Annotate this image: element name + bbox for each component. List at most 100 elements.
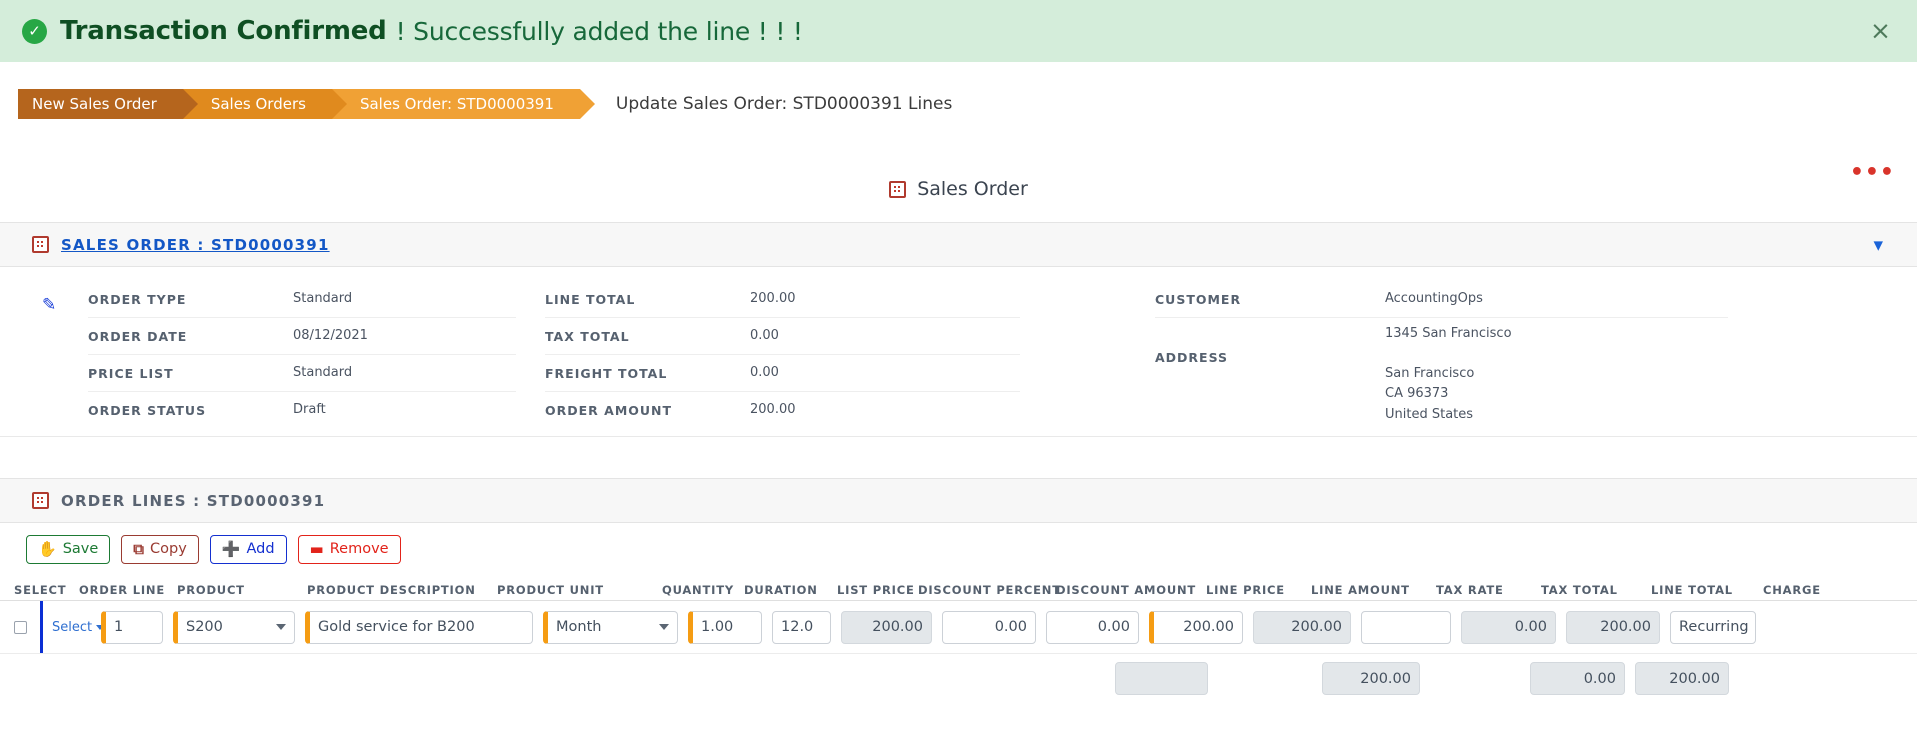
row-checkbox[interactable] (14, 620, 27, 634)
select-dropdown[interactable]: Select (52, 620, 105, 635)
chevron-down-icon[interactable]: ▾ (1873, 236, 1883, 255)
column-header-charge: CHARGE (1763, 583, 1821, 597)
sales-order-card: SALES ORDER : STD0000391 ▾ ✎ ORDER TYPE … (0, 222, 1917, 437)
field-label: CUSTOMER (1155, 291, 1242, 307)
column-header-product-unit: PRODUCT UNIT (497, 583, 604, 597)
breadcrumb-item-sales-order-detail[interactable]: Sales Order: STD0000391 (331, 89, 595, 119)
order-lines-toolbar: ✋ Save ⧉ Copy ➕ Add ▬ Remove (0, 523, 1917, 575)
save-button-label: Save (62, 541, 99, 557)
totals-tax-total-cell: 0.00 (1530, 662, 1635, 695)
order-lines-card-title: ORDER LINES : STD0000391 (61, 491, 326, 510)
breadcrumb: New Sales Order Sales Orders Sales Order… (18, 89, 952, 119)
field-order-date: ORDER DATE 08/12/2021 (88, 318, 516, 355)
breadcrumb-item-new-sales-order[interactable]: New Sales Order (18, 89, 198, 119)
duration-cell: 12.0 (772, 610, 841, 644)
column-header-quantity: QUANTITY (662, 583, 734, 597)
column-header-tax-rate: TAX RATE (1436, 583, 1504, 597)
product-select[interactable]: S200 (173, 610, 295, 644)
breadcrumb-item-sales-orders[interactable]: Sales Orders (182, 89, 348, 119)
field-value: 08/12/2021 (293, 327, 368, 343)
copy-button[interactable]: ⧉ Copy (121, 534, 199, 564)
field-label: FREIGHT TOTAL (545, 365, 668, 381)
chevron-down-icon (659, 624, 669, 630)
discount-amount-cell: 0.00 (1046, 610, 1149, 644)
field-value: 0.00 (750, 327, 779, 343)
duration-input[interactable]: 12.0 (772, 610, 831, 644)
column-header-line-price: LINE PRICE (1206, 583, 1285, 597)
table-row: Select 1 S200 Gold service for B200 Mont… (0, 601, 1917, 653)
line-price-input[interactable]: 200.00 (1149, 610, 1243, 644)
charge-cell: Recurring (1670, 610, 1760, 644)
tab-label: Sales Order (917, 178, 1028, 200)
list-price-cell: 200.00 (841, 610, 942, 644)
totals-line-amount-cell: 200.00 (1322, 662, 1430, 695)
page-title: Update Sales Order: STD0000391 Lines (615, 94, 953, 114)
field-value: 200.00 (750, 290, 796, 306)
totals-line-total-cell: 200.00 (1635, 662, 1739, 695)
line-price-cell: 200.00 (1149, 610, 1253, 644)
sales-order-card-title[interactable]: SALES ORDER : STD0000391 (61, 236, 330, 254)
line-total-cell: 200.00 (1566, 610, 1670, 644)
copy-icon: ⧉ (133, 539, 144, 558)
sales-order-card-header[interactable]: SALES ORDER : STD0000391 ▾ (0, 222, 1917, 267)
remove-button[interactable]: ▬ Remove (297, 534, 401, 564)
field-value: 1345 San Francisco San Francisco CA 9637… (1385, 324, 1512, 425)
column-header-product-description: PRODUCT DESCRIPTION (307, 583, 476, 597)
add-button[interactable]: ➕ Add (209, 534, 287, 564)
row-select-link-cell: Select (43, 620, 105, 635)
column-header-line-total: LINE TOTAL (1651, 583, 1733, 597)
field-customer: CUSTOMER AccountingOps (1155, 281, 1728, 318)
save-button[interactable]: ✋ Save (26, 534, 111, 564)
discount-percent-cell: 0.00 (942, 610, 1046, 644)
line-amount-cell: 200.00 (1253, 610, 1361, 644)
tab-sales-order[interactable]: Sales Order (0, 178, 1917, 200)
tax-rate-cell (1361, 610, 1461, 644)
charge-input[interactable]: Recurring (1670, 610, 1756, 644)
product-unit-select-value: Month (556, 619, 602, 635)
column-header-order-line: ORDER LINE (79, 583, 165, 597)
plus-icon: ➕ (221, 539, 241, 558)
order-lines-card-header[interactable]: ORDER LINES : STD0000391 (0, 478, 1917, 523)
detail-column-2: LINE TOTAL 200.00 TAX TOTAL 0.00 FREIGHT… (545, 281, 1020, 429)
field-value: 200.00 (750, 402, 796, 418)
table-header-row: SELECT ORDER LINE PRODUCT PRODUCT DESCRI… (0, 575, 1917, 601)
page-root: ✓ Transaction Confirmed ! Successfully a… (0, 0, 1917, 747)
discount-percent-input[interactable]: 0.00 (942, 610, 1036, 644)
quantity-input[interactable]: 1.00 (688, 610, 762, 644)
product-cell: S200 (173, 610, 305, 644)
table-totals-row: 200.00 0.00 200.00 (0, 653, 1917, 703)
column-header-product: PRODUCT (177, 583, 245, 597)
tax-rate-input[interactable] (1361, 610, 1451, 644)
row-select-checkbox-cell (14, 620, 40, 634)
detail-column-3: CUSTOMER AccountingOps ADDRESS 1345 San … (1155, 281, 1728, 422)
pencil-icon[interactable]: ✎ (42, 295, 60, 315)
column-header-list-price: LIST PRICE (837, 583, 915, 597)
field-value: AccountingOps (1385, 290, 1483, 306)
field-order-type: ORDER TYPE Standard (88, 281, 516, 318)
field-line-total: LINE TOTAL 200.00 (545, 281, 1020, 318)
totals-line-amount: 200.00 (1322, 662, 1420, 695)
line-total-input: 200.00 (1566, 610, 1660, 644)
product-select-value: S200 (186, 619, 223, 635)
discount-amount-input[interactable]: 0.00 (1046, 610, 1139, 644)
product-description-input[interactable]: Gold service for B200 (305, 610, 533, 644)
column-header-discount-amount: DISCOUNT AMOUNT (1056, 583, 1197, 597)
column-header-tax-total: TAX TOTAL (1541, 583, 1618, 597)
alert-message: ! Successfully added the line ! ! ! (395, 16, 803, 46)
breadcrumb-item-label: New Sales Order (32, 95, 157, 113)
order-line-input[interactable]: 1 (101, 610, 163, 644)
field-label: ORDER DATE (88, 328, 188, 344)
tax-total-cell: 0.00 (1461, 610, 1566, 644)
field-label: ORDER STATUS (88, 403, 207, 418)
totals-discount-amount (1115, 662, 1208, 695)
grid-icon (889, 180, 907, 198)
grid-icon (32, 492, 49, 509)
field-label: ORDER AMOUNT (545, 403, 673, 418)
close-icon[interactable]: × (1870, 18, 1891, 43)
column-header-discount-percent: DISCOUNT PERCENT (918, 583, 1061, 597)
totals-discount-amount-cell (1115, 662, 1218, 695)
grid-icon (32, 236, 49, 253)
remove-button-label: Remove (329, 541, 389, 557)
breadcrumb-item-label: Sales Orders (210, 95, 306, 113)
product-unit-select[interactable]: Month (543, 610, 678, 644)
